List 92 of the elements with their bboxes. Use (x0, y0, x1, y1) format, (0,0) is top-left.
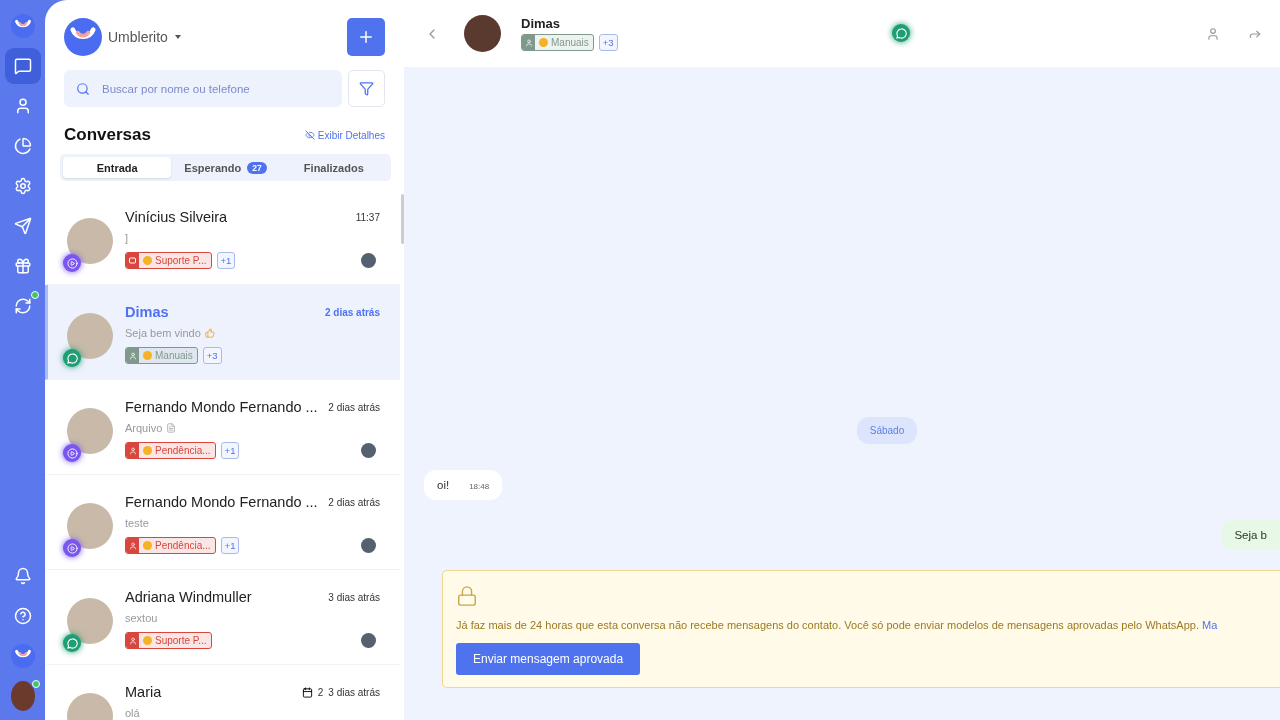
emoji-icon (143, 541, 152, 550)
user-icon (1206, 26, 1220, 41)
emoji-icon (143, 636, 152, 645)
workspace-logo-icon (64, 18, 102, 56)
avatar-placeholder (67, 598, 113, 644)
tab[interactable]: Esperando 27 (171, 157, 280, 178)
message-preview: sextou (125, 612, 158, 624)
avatar-placeholder (464, 15, 501, 52)
search-input[interactable]: Buscar por nome ou telefone (100, 81, 330, 96)
add-button[interactable] (347, 18, 385, 56)
contact-name: Dimas (521, 16, 562, 31)
contact-name: Fernando Mondo Fernando ... (125, 399, 318, 415)
tag-label: Pendência... (125, 537, 216, 554)
more-tags-badge: +3 (598, 34, 618, 51)
search-field[interactable]: Buscar por nome ou telefone (64, 70, 342, 107)
time-label: 3 dias atrás (328, 686, 380, 698)
send-icon (13, 217, 32, 235)
avatar-placeholder (67, 313, 113, 359)
date-chip: Sábado (856, 417, 918, 444)
details-link[interactable]: Exibir Detalhes (304, 129, 385, 141)
avatar-placeholder (67, 218, 113, 264)
thumbs-up-icon (204, 328, 215, 338)
message-preview: Arquivo (125, 422, 163, 434)
notice-text: Já faz mais de 24 horas que esta conversa não recebe mensagens do contato. Você só pode enviar modelos de mensagens aprovadas pelo WhatsApp. Ma (456, 619, 1219, 631)
tab[interactable]: Entrada (63, 157, 172, 178)
user-icon (128, 446, 137, 455)
user-icon (128, 541, 137, 550)
emoji-icon (143, 446, 152, 455)
user-icon (524, 38, 533, 47)
status-dot (30, 291, 39, 299)
more-tags-badge: +1 (220, 537, 240, 554)
logo-icon (10, 643, 35, 669)
emoji-icon (539, 38, 548, 47)
chat-icon (13, 57, 32, 75)
calendar-icon (301, 686, 313, 698)
filter-button[interactable] (348, 70, 385, 107)
online-dot (31, 680, 40, 688)
workspace-selector[interactable]: Umblerito (64, 18, 181, 56)
time-label: 3 dias atrás (328, 591, 380, 603)
message-preview: teste (125, 517, 149, 529)
user-icon (128, 351, 137, 360)
time-label: 2 dias atrás (328, 496, 380, 508)
conversation-item[interactable]: Dimas 2 dias atrás Seja bem vindo Manuais +3 (45, 285, 400, 380)
lock-icon (456, 585, 478, 607)
message-text: Seja b (1234, 529, 1267, 541)
message-preview: ] (125, 232, 129, 244)
pie-chart-icon (13, 137, 32, 155)
logo-icon (10, 13, 35, 39)
contact-name: Vinícius Silveira (125, 209, 228, 225)
emoji-icon (143, 256, 152, 265)
user-icon (128, 636, 137, 645)
tag-label: Suporte P... (125, 632, 212, 649)
tag-label: Manuais (125, 347, 198, 364)
plus-icon (357, 28, 375, 46)
contact-name: Maria (125, 684, 162, 700)
message-preview: olá (125, 707, 140, 719)
scrollbar-thumb[interactable] (401, 194, 404, 244)
contact-name: Adriana Windmuller (125, 589, 252, 605)
emoji-icon (143, 351, 152, 360)
chat-nav-button[interactable] (4, 48, 41, 84)
contact-name: Fernando Mondo Fernando ... (125, 494, 318, 510)
gift-icon (13, 257, 32, 275)
filter-icon (359, 81, 374, 96)
search-icon (76, 81, 90, 96)
tag-label: Suporte P... (125, 252, 212, 269)
time-label: 2 dias atrás (324, 306, 380, 318)
avatar-placeholder (67, 503, 113, 549)
more-tags-badge: +3 (202, 347, 222, 364)
time-label: 11:37 (355, 211, 380, 223)
count-badge: 27 (247, 161, 267, 174)
message-text: oi! (437, 479, 450, 491)
notice-link[interactable]: Ma (1202, 619, 1218, 631)
message-preview: Seja bem vindo (125, 327, 201, 339)
scheduled-count: 2 (317, 686, 324, 698)
eye-off-icon (304, 130, 315, 140)
tag-label: Pendência... (125, 442, 216, 459)
bell-icon (13, 567, 32, 585)
refresh-icon (13, 297, 32, 315)
avatar-placeholder (10, 681, 35, 711)
list-title: Conversas (64, 125, 151, 145)
message-time: 18:48 (469, 482, 490, 491)
time-label: 2 dias atrás (328, 401, 380, 413)
more-tags-badge: +1 (216, 252, 236, 269)
more-tags-badge: +1 (220, 442, 240, 459)
avatar-placeholder (67, 408, 113, 454)
tag-label: Manuais (521, 34, 594, 51)
help-icon (13, 607, 32, 625)
contact-name: Dimas (125, 304, 169, 320)
file-icon (166, 423, 177, 433)
settings-icon (13, 177, 32, 195)
tab[interactable]: Finalizados (279, 157, 388, 178)
send-approved-button[interactable]: Enviar mensagem aprovada (456, 643, 641, 675)
